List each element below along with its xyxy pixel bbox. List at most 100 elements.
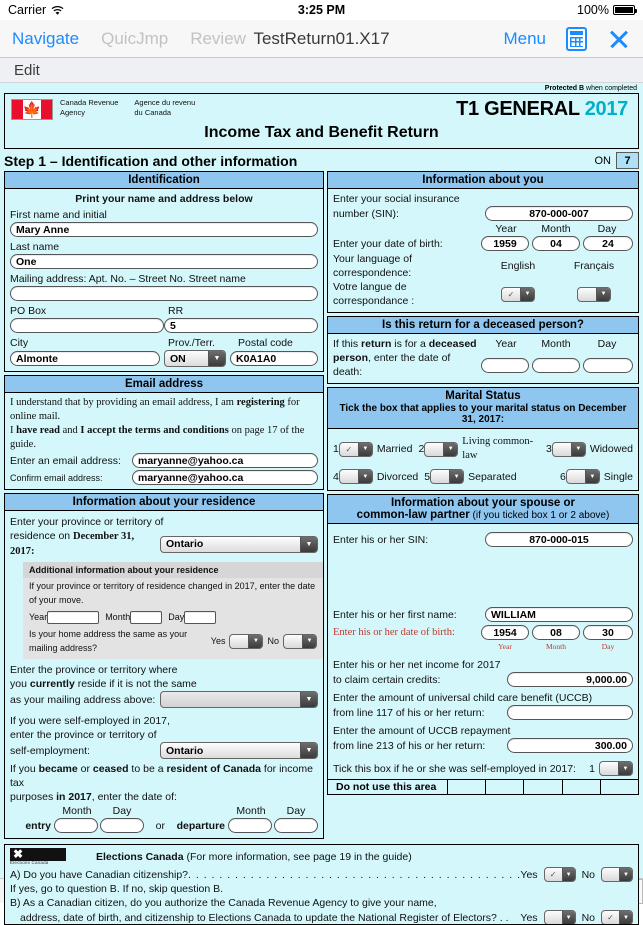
- death-year-input[interactable]: [481, 357, 529, 373]
- confirm-email-input[interactable]: maryanne@yahoo.ca: [132, 470, 318, 485]
- first-name-input[interactable]: Mary Anne: [10, 222, 318, 237]
- form-header-box: 🍁 Canada Revenue Agency Agence du revenu…: [4, 93, 639, 149]
- calculator-icon[interactable]: [566, 26, 587, 51]
- menu-button[interactable]: Menu: [503, 29, 546, 49]
- email-input[interactable]: maryanne@yahoo.ca: [132, 453, 318, 468]
- spouse-uccbrep-input[interactable]: 300.00: [507, 738, 633, 753]
- marital-tick-commonlaw[interactable]: ▼: [424, 441, 459, 457]
- entry-month-header: Month: [62, 805, 92, 817]
- canada-flag-icon: 🍁: [11, 99, 53, 120]
- departure-month-header: Month: [236, 805, 266, 817]
- home-same-yes-tick[interactable]: ▼: [229, 633, 264, 649]
- entry-departure-row: entry or departure: [10, 818, 318, 833]
- spouse-dob-month-input[interactable]: 08: [532, 625, 580, 640]
- self-employ-line2: enter the province or territory of: [10, 729, 157, 741]
- close-icon[interactable]: [607, 27, 631, 51]
- province-select[interactable]: ON ▼: [164, 350, 226, 367]
- dob-month-input[interactable]: 04: [532, 236, 580, 251]
- entry-departure-headers: Month Day Month Day: [10, 804, 318, 818]
- sin-input[interactable]: 870-000-007: [485, 206, 633, 221]
- review-button[interactable]: Review: [190, 29, 246, 49]
- marital-tick-divorced[interactable]: ▼: [338, 469, 373, 484]
- elections-qa-yes-tick[interactable]: ✓ ▼: [543, 867, 576, 882]
- dob-label: Enter your date of birth:: [333, 237, 443, 250]
- home-same-no-tick[interactable]: ▼: [283, 633, 317, 649]
- elections-qb-yes-tick[interactable]: ▼: [543, 910, 576, 924]
- marital-tick-married-mark: ✓: [345, 444, 353, 454]
- chevron-down-icon: ▼: [619, 868, 632, 881]
- or-label: or: [155, 819, 165, 832]
- spouse-firstname-input[interactable]: WILLIAM: [485, 607, 633, 622]
- spouse-dob-year-input[interactable]: 1954: [481, 625, 529, 640]
- quicjmp-button[interactable]: QuicJmp: [101, 29, 168, 49]
- death-day-input[interactable]: [583, 357, 633, 373]
- marital-tick-separated[interactable]: ▼: [430, 469, 465, 484]
- move-month-input[interactable]: [130, 610, 163, 624]
- spouse-uccb-input[interactable]: [507, 705, 633, 720]
- left-column: Identification Print your name and addre…: [4, 171, 324, 842]
- death-month-input[interactable]: [532, 357, 580, 373]
- entry-month-input[interactable]: [54, 818, 98, 833]
- move-day-input[interactable]: [184, 610, 217, 624]
- self-employ-province-select[interactable]: Ontario ▼: [160, 742, 318, 759]
- bc-b: became: [38, 763, 78, 775]
- marital-num-6: 6: [559, 470, 566, 483]
- rr-input[interactable]: 5: [164, 318, 318, 333]
- po-box-input[interactable]: [10, 318, 164, 333]
- pp-c: , enter the date of:: [91, 791, 177, 803]
- marital-tick-single[interactable]: ▼: [565, 469, 600, 484]
- navigate-button[interactable]: Navigate: [12, 29, 79, 49]
- t1-general-label: T1 GENERAL 2017: [456, 98, 632, 121]
- marital-row-1: 1 ✓ ▼ Married 2 ▼ Living common-law 3 ▼ W…: [333, 435, 633, 463]
- current-residence-select[interactable]: ▼: [160, 691, 318, 708]
- elections-qb-no-tick[interactable]: ✓ ▼: [601, 910, 633, 924]
- spouse-netincome-input[interactable]: 9,000.00: [507, 672, 633, 687]
- move-year-input[interactable]: [47, 610, 100, 624]
- spouse-selfemployed-tick[interactable]: ▼: [599, 761, 633, 776]
- marital-tick-married[interactable]: ✓ ▼: [338, 441, 373, 457]
- edit-bar[interactable]: Edit: [0, 58, 643, 83]
- city-input[interactable]: Almonte: [10, 351, 160, 366]
- elections-qa-no-tick[interactable]: ▼: [601, 867, 633, 882]
- last-name-input[interactable]: One: [10, 254, 318, 269]
- marital-label-married: Married: [376, 443, 413, 455]
- sin-line1: Enter your social insurance: [333, 193, 460, 205]
- move-date-row: Year Month Day: [29, 610, 317, 624]
- dec2-a: person: [333, 352, 369, 364]
- departure-month-input[interactable]: [228, 818, 272, 833]
- death-day-header: Day: [597, 338, 617, 350]
- do-not-use-area: Do not use this area: [328, 779, 638, 794]
- email-l2b: have read: [16, 425, 60, 436]
- email-body: I understand that by providing an email …: [5, 393, 323, 489]
- about-you-body: Enter your social insurance number (SIN)…: [328, 189, 638, 312]
- marital-num-3: 3: [545, 443, 552, 455]
- cra-name-fr: Agence du revenu du Canada: [134, 98, 195, 117]
- spouse-dob-headers: Year Month Day: [333, 640, 633, 654]
- bc-a: If you: [10, 763, 39, 775]
- language-labels-row: Your language of correspondence: English…: [333, 252, 633, 280]
- residence-prov-line1: Enter your province or territory of: [10, 516, 164, 528]
- spouse-sin-label: Enter his or her SIN:: [333, 533, 429, 546]
- english-tick[interactable]: ✓ ▼: [501, 286, 535, 302]
- dob-day-input[interactable]: 24: [583, 236, 633, 251]
- spouse-sin-input[interactable]: 870-000-015: [485, 532, 633, 547]
- elections-question-a: A) Do you have Canadian citizenship?: [10, 868, 189, 881]
- marital-tick-widowed[interactable]: ▼: [551, 441, 586, 457]
- residence-province-select[interactable]: Ontario ▼: [160, 535, 318, 553]
- elections-title-note: (For more information, see page 19 in th…: [183, 851, 412, 863]
- spouse-uccb-line1: Enter the amount of universal child care…: [333, 692, 593, 704]
- mailing-address-input[interactable]: [10, 286, 318, 301]
- dob-headers: Year Month Day: [333, 222, 633, 236]
- marital-row-2: 4 ▼ Divorced 5 ▼ Separated 6 ▼ Single: [333, 469, 633, 484]
- francais-tick[interactable]: ▼: [577, 286, 611, 302]
- postal-code-input[interactable]: K0A1A0: [230, 351, 318, 366]
- agency-row: 🍁 Canada Revenue Agency Agence du revenu…: [5, 94, 638, 121]
- elections-if-yes: If yes, go to question B. If no, skip qu…: [10, 883, 224, 895]
- entry-day-input[interactable]: [100, 818, 144, 833]
- mailing-address-label: Mailing address: Apt. No. – Street No. S…: [10, 273, 246, 285]
- dob-year-input[interactable]: 1959: [481, 236, 529, 251]
- identification-subheader: Print your name and address below: [75, 193, 253, 205]
- deceased-row2: person, enter the date of death:: [333, 351, 633, 379]
- departure-day-input[interactable]: [274, 818, 318, 833]
- spouse-dob-day-input[interactable]: 30: [583, 625, 633, 640]
